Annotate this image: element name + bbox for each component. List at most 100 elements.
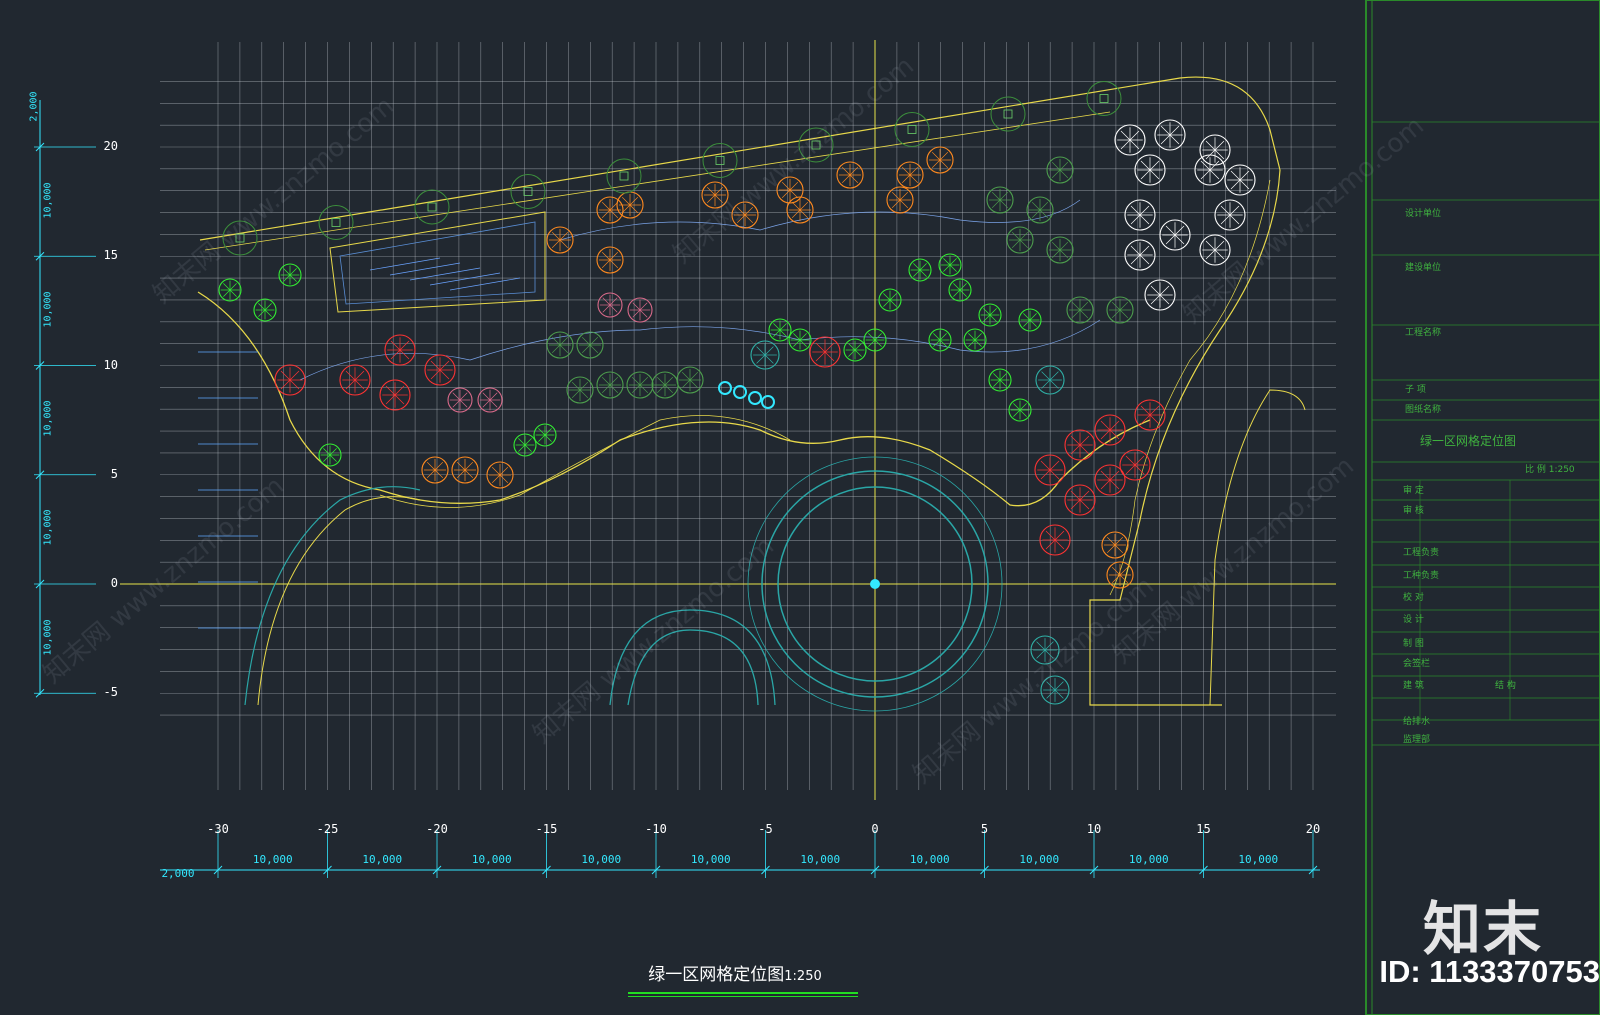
tree-red-branch <box>1079 499 1090 510</box>
tree-darkgreen-branch <box>656 376 666 386</box>
tree-green-branch <box>919 269 927 277</box>
tree-teal <box>1035 365 1065 395</box>
tree-orange-branch <box>601 209 611 219</box>
tree-darkgreen <box>596 371 624 399</box>
tree-green-branch <box>943 258 951 266</box>
tree-green-branch <box>854 349 862 357</box>
tree-darkgreen-branch <box>571 381 581 391</box>
tree-red <box>1119 449 1151 481</box>
tree-green-branch <box>1029 313 1037 321</box>
tree-orange-branch <box>551 231 561 241</box>
tree-darkgreen-branch <box>1031 201 1041 211</box>
x-tick-label: -20 <box>426 822 448 836</box>
tree-teal-branch <box>1054 689 1064 699</box>
tree-darkgreen-branch <box>1051 249 1061 259</box>
tree-darkgreen-branch <box>681 371 691 381</box>
tree-orange <box>486 461 514 489</box>
hedge-tree <box>894 112 930 147</box>
tree-orange-branch <box>621 196 631 206</box>
tree-green-branch <box>229 289 237 297</box>
tree-pink <box>627 297 653 323</box>
tree-orange-branch <box>841 174 851 184</box>
tree-green <box>218 278 242 302</box>
shrub-cyan <box>761 395 775 409</box>
tree-orange-branch <box>559 239 569 249</box>
tree-darkgreen-branch <box>579 389 589 399</box>
tree-darkgreen-branch <box>601 376 611 386</box>
tree-green-branch <box>874 339 882 347</box>
tree-green-branch <box>968 333 976 341</box>
tree-orange-branch <box>799 201 809 211</box>
walkway-curve <box>559 199 1081 241</box>
tree-green-branch <box>949 258 957 266</box>
tree-pink-branch <box>609 297 618 306</box>
origin-marker <box>870 579 880 589</box>
y-dimension-label: 10,000 <box>42 509 54 546</box>
tree-darkgreen-branch <box>601 384 611 394</box>
tree-red-branch <box>815 351 826 362</box>
x-dimension-label: 10,000 <box>581 853 622 866</box>
title-block-label: 给排水 <box>1403 717 1431 727</box>
tree-red <box>1034 454 1066 486</box>
tree-orange-branch <box>899 191 909 201</box>
shrub-cyan <box>733 385 747 399</box>
tree-orange-branch <box>464 469 474 479</box>
tree-orange-branch <box>931 151 941 161</box>
tree-green-branch <box>544 428 552 436</box>
y-tick-label: -5 <box>103 685 118 700</box>
tree-green-branch <box>544 434 552 442</box>
tree-green <box>928 328 952 352</box>
hedge-box <box>427 202 437 212</box>
tree-red-branch <box>815 342 826 353</box>
tree-green <box>1008 398 1032 422</box>
tree-green-branch <box>264 309 272 317</box>
title-block: 设计单位 建设单位 工程名称子 项图纸名称 绿一区网格定位图比 例 1:250 审 定审… <box>1395 0 1600 1015</box>
tree-orange-branch <box>891 199 901 209</box>
tree-green <box>253 298 277 322</box>
tree-darkgreen-branch <box>639 376 649 386</box>
tree-white <box>1114 124 1146 156</box>
tree-orange-branch <box>891 191 901 201</box>
tree-darkgreen <box>576 331 604 359</box>
tree-red-branch <box>1140 405 1151 416</box>
tree-darkgreen <box>1046 156 1074 184</box>
tree-darkgreen-branch <box>579 381 589 391</box>
tree-pink-branch <box>602 297 611 306</box>
tree-red-branch <box>289 370 300 381</box>
tree-red-branch <box>1125 455 1136 466</box>
y-tick-label: 15 <box>103 248 118 263</box>
tree-white <box>1134 154 1166 186</box>
x-dimension-label: 10,000 <box>909 853 950 866</box>
x-dimension-label: 10,000 <box>1238 853 1279 866</box>
pool-outline <box>329 211 546 313</box>
tree-orange <box>616 191 644 219</box>
tree-orange-branch <box>799 209 809 219</box>
tree-white-branch <box>1174 225 1185 236</box>
tree-red-branch <box>280 370 291 381</box>
title-block-label: 设 计 <box>1403 615 1424 625</box>
tree-orange <box>1101 531 1129 559</box>
y-tick-label: 10 <box>103 357 118 372</box>
tree-orange-branch <box>1106 544 1116 554</box>
tree-white <box>1124 199 1156 231</box>
tree-orange-branch <box>781 189 791 199</box>
tree-red <box>384 334 416 366</box>
tree-green-branch <box>974 339 982 347</box>
tree-green <box>788 328 812 352</box>
tree-orange <box>786 196 814 224</box>
tree-orange-branch <box>939 159 949 169</box>
tree-white <box>1154 119 1186 151</box>
tree-pink-branch <box>639 302 648 311</box>
tree-green <box>278 263 302 287</box>
tree-darkgreen-branch <box>589 344 599 354</box>
tree-orange-branch <box>491 466 501 476</box>
tree-orange-branch <box>791 209 801 219</box>
tree-darkgreen-branch <box>1019 231 1029 241</box>
tree-darkgreen <box>546 331 574 359</box>
x-tick-label: 10 <box>1086 822 1102 836</box>
x-tick-label: -30 <box>207 822 229 836</box>
tree-teal <box>750 340 780 370</box>
tree-orange-branch <box>456 461 466 471</box>
title-block-label: 审 定 <box>1403 486 1424 496</box>
tree-green <box>988 368 1012 392</box>
